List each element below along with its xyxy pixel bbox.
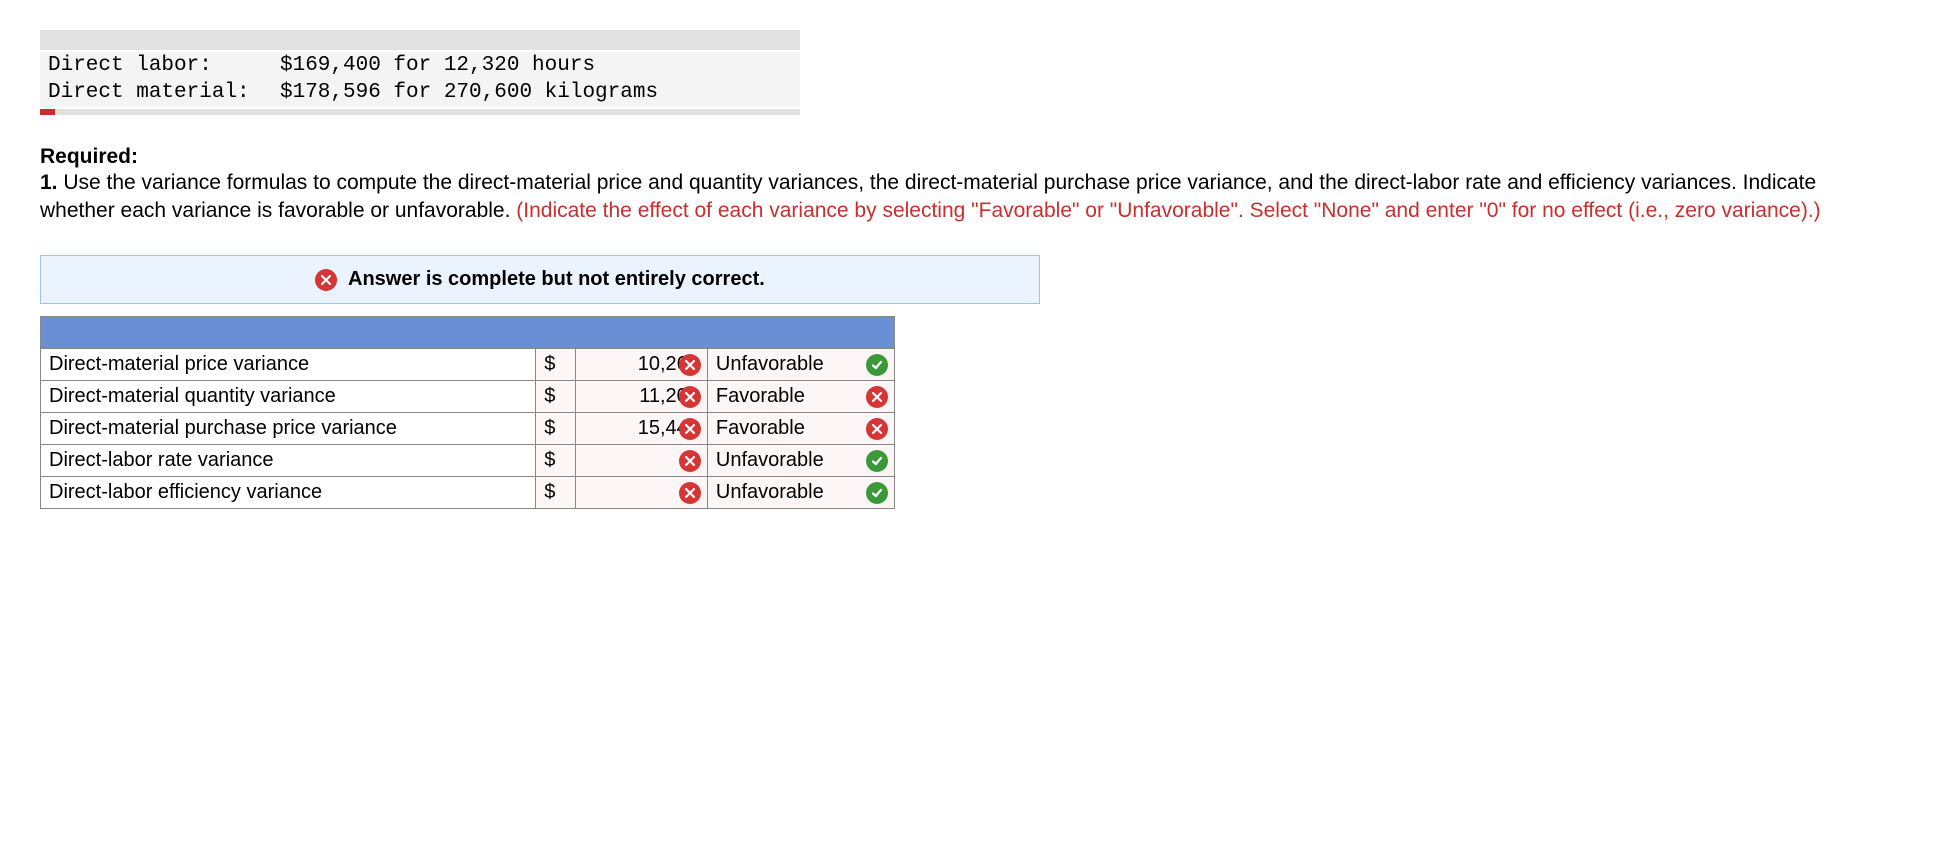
currency-symbol: $: [536, 381, 576, 413]
table-row: Direct-material purchase price variance$…: [41, 413, 895, 445]
currency-symbol: $: [536, 445, 576, 477]
currency-symbol: $: [536, 477, 576, 509]
favorability-select[interactable]: Favorable: [707, 381, 894, 413]
material-value: $178,596 for 270,600 kilograms: [280, 79, 658, 106]
status-icon-wrap: [315, 269, 337, 291]
variance-table: Direct-material price variance$10,260Unf…: [40, 316, 895, 509]
status-banner: Answer is complete but not entirely corr…: [40, 255, 1040, 304]
currency-symbol: $: [536, 349, 576, 381]
amount-input[interactable]: 0: [575, 477, 707, 509]
favorability-select[interactable]: Unfavorable: [707, 477, 894, 509]
info-box-footer: [40, 107, 800, 115]
x-icon: [679, 450, 701, 472]
favorability-select[interactable]: Unfavorable: [707, 349, 894, 381]
amount-input[interactable]: 15,440: [575, 413, 707, 445]
amount-input[interactable]: 0: [575, 445, 707, 477]
amount-input[interactable]: 10,260: [575, 349, 707, 381]
variance-label: Direct-labor efficiency variance: [41, 477, 536, 509]
variance-label: Direct-material price variance: [41, 349, 536, 381]
material-label: Direct material:: [48, 79, 280, 106]
favorability-value: Unfavorable: [716, 449, 824, 471]
info-box-header: [40, 30, 800, 52]
table-row: Direct-labor efficiency variance$0 Unfavo…: [41, 477, 895, 509]
info-row-labor: Direct labor: $169,400 for 12,320 hours: [40, 52, 800, 79]
status-message: Answer is complete but not entirely corr…: [348, 268, 765, 290]
table-row: Direct-material quantity variance$11,200…: [41, 381, 895, 413]
required-title: Required:: [40, 145, 1894, 169]
variance-label: Direct-material quantity variance: [41, 381, 536, 413]
info-box: Direct labor: $169,400 for 12,320 hours …: [40, 30, 800, 115]
answer-area: Answer is complete but not entirely corr…: [40, 255, 1040, 509]
labor-label: Direct labor:: [48, 52, 280, 79]
variance-label: Direct-material purchase price variance: [41, 413, 536, 445]
required-section: Required: 1. Use the variance formulas t…: [40, 145, 1894, 226]
question-text: 1. Use the variance formulas to compute …: [40, 169, 1894, 226]
x-icon: [866, 418, 888, 440]
x-icon: [679, 482, 701, 504]
amount-input[interactable]: 11,200: [575, 381, 707, 413]
check-icon: [866, 450, 888, 472]
question-red-note: (Indicate the effect of each variance by…: [516, 199, 1820, 222]
x-icon: [866, 386, 888, 408]
favorability-value: Favorable: [716, 417, 805, 439]
table-row: Direct-labor rate variance$0 Unfavorable: [41, 445, 895, 477]
info-row-material: Direct material: $178,596 for 270,600 ki…: [40, 79, 800, 106]
favorability-value: Favorable: [716, 385, 805, 407]
table-row: Direct-material price variance$10,260 Unf…: [41, 349, 895, 381]
x-icon: [679, 418, 701, 440]
favorability-value: Unfavorable: [716, 481, 824, 503]
x-icon: [315, 269, 337, 291]
favorability-select[interactable]: Unfavorable: [707, 445, 894, 477]
variance-label: Direct-labor rate variance: [41, 445, 536, 477]
question-number: 1.: [40, 171, 58, 194]
labor-value: $169,400 for 12,320 hours: [280, 52, 595, 79]
currency-symbol: $: [536, 413, 576, 445]
check-icon: [866, 482, 888, 504]
table-header-blue: [41, 317, 895, 349]
x-icon: [679, 354, 701, 376]
x-icon: [679, 386, 701, 408]
check-icon: [866, 354, 888, 376]
favorability-select[interactable]: Favorable: [707, 413, 894, 445]
favorability-value: Unfavorable: [716, 353, 824, 375]
